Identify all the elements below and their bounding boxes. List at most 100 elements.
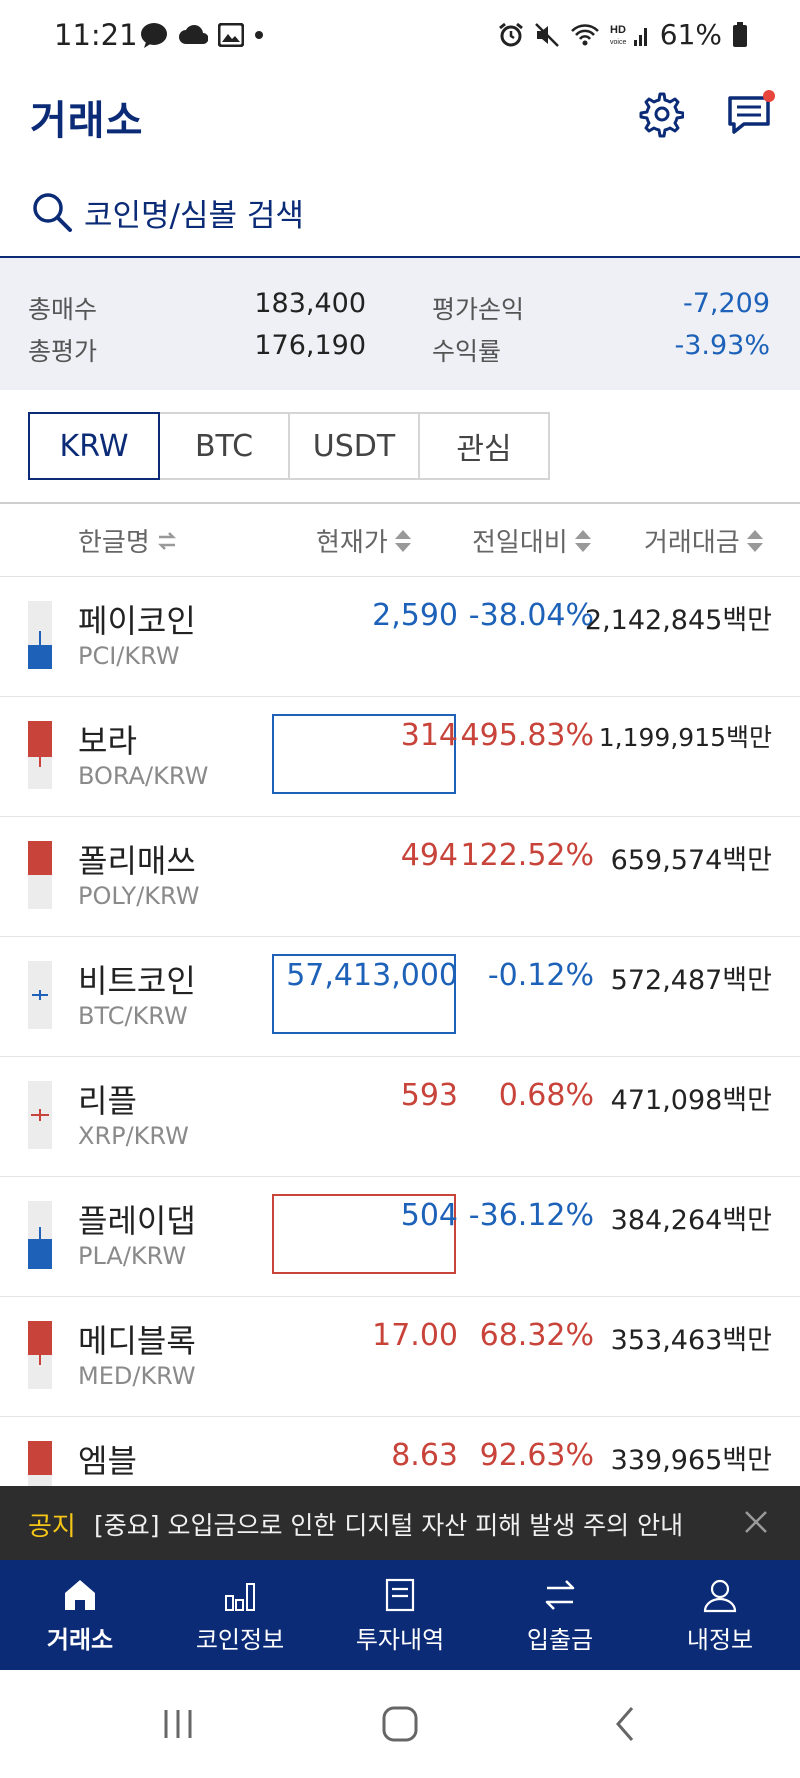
return-value: -3.93%	[674, 330, 770, 361]
sort-icon	[746, 529, 763, 552]
pnl-label: 평가손익	[432, 295, 525, 324]
coin-price: 504	[400, 1198, 458, 1233]
tab-favorites[interactable]: 관심	[418, 412, 550, 480]
nav-deposit-withdraw[interactable]: 입출금	[480, 1560, 640, 1670]
column-price-label: 현재가	[316, 528, 388, 558]
portfolio-summary: 총매수 183,400 총평가 176,190 평가손익 -7,209 수익률 …	[0, 258, 800, 390]
notice-tag: 공지	[28, 1512, 76, 1542]
mute-icon	[534, 22, 559, 47]
home-button-icon[interactable]	[380, 1704, 420, 1744]
coin-volume: 2,142,845백만	[584, 605, 772, 636]
candle-chart	[28, 841, 52, 909]
coin-price: 314	[400, 718, 458, 753]
coin-volume: 1,199,915백만	[598, 723, 772, 752]
svg-text:HD: HD	[610, 24, 626, 36]
nav-investments[interactable]: 투자내역	[320, 1560, 480, 1670]
nav-exchange[interactable]: 거래소	[0, 1560, 160, 1670]
coin-symbol: XRP/KRW	[78, 1122, 189, 1150]
coin-change: -36.12%	[468, 1198, 594, 1233]
gear-icon	[639, 92, 684, 138]
tab-btc[interactable]: BTC	[158, 412, 290, 480]
candle-chart	[28, 1081, 52, 1149]
total-eval-label: 총평가	[28, 337, 98, 366]
chat-button[interactable]	[722, 86, 778, 142]
status-time: 11:21	[54, 18, 138, 52]
tab-krw[interactable]: KRW	[28, 412, 160, 480]
sort-volume-button[interactable]: 거래대금	[644, 522, 764, 559]
bottom-navigation: 거래소 코인정보 투자내역 입출금 내정보	[0, 1560, 800, 1670]
swap-icon	[157, 531, 176, 550]
close-icon[interactable]	[738, 1504, 774, 1540]
column-name-label: 한글명	[78, 528, 150, 558]
coin-name: 보라	[78, 722, 137, 760]
coin-row[interactable]: 비트코인 BTC/KRW 57,413,000 -0.12% 572,487백만	[0, 936, 800, 1057]
column-volume-label: 거래대금	[644, 528, 740, 558]
battery-percent: 61%	[659, 18, 722, 51]
image-icon	[218, 23, 244, 47]
coin-name: 엠블	[78, 1442, 137, 1480]
nav-label: 내정보	[686, 1625, 754, 1654]
coin-price: 17.00	[372, 1318, 458, 1353]
coin-row[interactable]: 리플 XRP/KRW 593 0.68% 471,098백만	[0, 1056, 800, 1177]
coin-name: 페이코인	[78, 602, 196, 640]
settings-button[interactable]	[632, 86, 688, 142]
transfer-icon	[545, 1579, 575, 1610]
coin-row[interactable]: 보라 BORA/KRW 314 495.83% 1,199,915백만	[0, 696, 800, 817]
page-title: 거래소	[30, 98, 144, 144]
return-label: 수익률	[432, 337, 502, 366]
app-header: 거래소	[0, 72, 800, 182]
coin-name: 플레이댑	[78, 1202, 196, 1240]
notification-icons	[140, 22, 264, 48]
coin-symbol: POLY/KRW	[78, 882, 200, 910]
cloud-icon	[179, 25, 208, 44]
sort-name-button[interactable]: 한글명	[78, 522, 178, 559]
wifi-icon	[570, 23, 599, 45]
sort-price-button[interactable]: 현재가	[316, 522, 412, 559]
nav-label: 코인정보	[195, 1625, 285, 1654]
nav-coin-info[interactable]: 코인정보	[160, 1560, 320, 1670]
document-icon	[385, 1578, 415, 1611]
battery-icon	[733, 21, 747, 47]
coin-row[interactable]: 페이코인 PCI/KRW 2,590 -38.04% 2,142,845백만	[0, 576, 800, 697]
nav-label: 입출금	[526, 1625, 594, 1654]
sort-change-button[interactable]: 전일대비	[472, 522, 592, 559]
coin-change: 0.68%	[498, 1078, 594, 1113]
tab-usdt[interactable]: USDT	[288, 412, 420, 480]
coin-price: 57,413,000	[286, 958, 458, 993]
search-input[interactable]: 코인명/심볼 검색	[84, 190, 304, 235]
coin-name: 폴리매쓰	[78, 842, 196, 880]
svg-text:voice: voice	[610, 39, 626, 46]
coin-symbol: MED/KRW	[78, 1362, 196, 1390]
market-tabs: KRW BTC USDT 관심	[28, 412, 550, 482]
coin-row[interactable]: 플레이댑 PLA/KRW 504 -36.12% 384,264백만	[0, 1176, 800, 1297]
coin-price: 494	[400, 838, 458, 873]
candle-chart	[28, 601, 52, 669]
dot-icon	[255, 31, 263, 39]
recent-apps-icon[interactable]	[160, 1706, 196, 1742]
nav-label: 거래소	[46, 1625, 114, 1654]
nav-label: 투자내역	[355, 1625, 445, 1654]
chat-icon	[728, 90, 775, 134]
status-bar: 11:21 HD voice 61%	[0, 0, 800, 72]
back-icon[interactable]	[610, 1704, 640, 1744]
coin-change: -0.12%	[487, 958, 594, 993]
signal-icon: HD voice	[610, 24, 647, 46]
system-status-icons: HD voice 61%	[498, 18, 748, 51]
coin-symbol: PLA/KRW	[78, 1242, 187, 1270]
coin-change: 122.52%	[460, 838, 594, 873]
coin-search-bar[interactable]: 코인명/심볼 검색	[0, 182, 800, 259]
coin-row[interactable]: 폴리매쓰 POLY/KRW 494 122.52% 659,574백만	[0, 816, 800, 937]
candle-chart	[28, 1321, 52, 1389]
user-icon	[703, 1579, 737, 1612]
table-header: 한글명 현재가 전일대비 거래대금	[0, 502, 800, 577]
coin-symbol: PCI/KRW	[78, 642, 180, 670]
pnl-value: -7,209	[682, 288, 770, 319]
nav-my-info[interactable]: 내정보	[640, 1560, 800, 1670]
coin-row[interactable]: 메디블록 MED/KRW 17.00 68.32% 353,463백만	[0, 1296, 800, 1417]
notice-banner[interactable]: 공지 [중요] 오입금으로 인한 디지털 자산 피해 발생 주의 안내	[0, 1486, 800, 1560]
coin-name: 메디블록	[78, 1322, 196, 1360]
coin-change: 92.63%	[479, 1438, 594, 1473]
bar-chart-icon	[225, 1582, 255, 1611]
notice-text[interactable]: [중요] 오입금으로 인한 디지털 자산 피해 발생 주의 안내	[94, 1506, 683, 1542]
sort-icon	[394, 529, 411, 552]
